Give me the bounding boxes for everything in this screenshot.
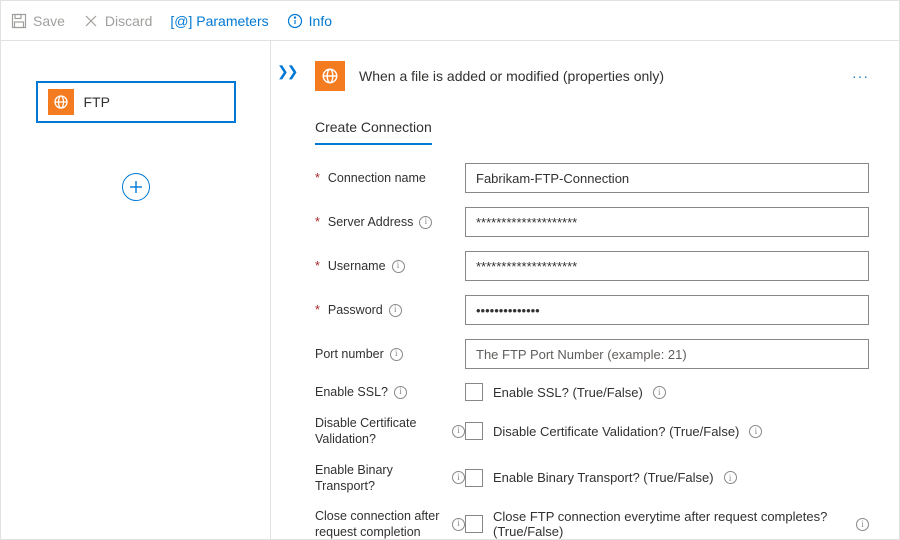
close-conn-checkbox[interactable] <box>465 515 483 533</box>
ftp-icon <box>48 89 74 115</box>
add-step-button[interactable] <box>122 173 150 201</box>
close-conn-label: Close connection after request completio… <box>315 508 446 539</box>
plus-icon <box>129 180 143 194</box>
discard-label: Discard <box>105 13 152 29</box>
binary-checkbox[interactable] <box>465 469 483 487</box>
info-icon[interactable]: i <box>394 386 407 399</box>
info-icon[interactable]: i <box>653 386 666 399</box>
tab-create-connection[interactable]: Create Connection <box>315 119 432 145</box>
details-panel: ❯❯ When a file is added or modified (pro… <box>271 41 899 539</box>
command-bar: Save Discard [@] Parameters Info <box>1 1 899 41</box>
server-address-input[interactable] <box>465 207 869 237</box>
enable-ssl-checkbox-label: Enable SSL? (True/False) <box>493 385 643 400</box>
info-icon[interactable]: i <box>452 425 465 438</box>
connection-name-input[interactable] <box>465 163 869 193</box>
info-icon[interactable]: i <box>452 471 465 484</box>
info-icon[interactable]: i <box>856 518 869 531</box>
info-icon[interactable]: i <box>389 304 402 317</box>
info-icon[interactable]: i <box>392 260 405 273</box>
info-icon[interactable]: i <box>390 348 403 361</box>
close-icon <box>83 13 99 29</box>
disable-cert-checkbox[interactable] <box>465 422 483 440</box>
info-icon <box>287 13 303 29</box>
connection-name-label: Connection name <box>328 170 426 186</box>
info-icon[interactable]: i <box>749 425 762 438</box>
port-label: Port number <box>315 346 384 362</box>
binary-checkbox-label: Enable Binary Transport? (True/False) <box>493 470 714 485</box>
connection-form: Connection name Server Address i Username… <box>315 163 869 539</box>
enable-ssl-label: Enable SSL? <box>315 384 388 400</box>
password-input[interactable] <box>465 295 869 325</box>
trigger-icon <box>315 61 345 91</box>
close-conn-checkbox-label: Close FTP connection everytime after req… <box>493 509 846 539</box>
ftp-tile-label: FTP <box>84 94 110 110</box>
designer-canvas: FTP <box>1 41 271 539</box>
ftp-trigger-tile[interactable]: FTP <box>36 81 236 123</box>
save-icon <box>11 13 27 29</box>
panel-title: When a file is added or modified (proper… <box>359 68 664 84</box>
disable-cert-label: Disable Certificate Validation? <box>315 415 446 448</box>
save-button: Save <box>11 13 65 29</box>
binary-label: Enable Binary Transport? <box>315 462 446 495</box>
info-button[interactable]: Info <box>287 13 332 29</box>
enable-ssl-checkbox[interactable] <box>465 383 483 401</box>
collapse-panel-button[interactable]: ❯❯ <box>277 63 296 80</box>
password-label: Password <box>328 302 383 318</box>
username-label: Username <box>328 258 386 274</box>
username-input[interactable] <box>465 251 869 281</box>
server-address-label: Server Address <box>328 214 413 230</box>
disable-cert-checkbox-label: Disable Certificate Validation? (True/Fa… <box>493 424 739 439</box>
more-options-button[interactable]: ··· <box>852 68 869 84</box>
info-icon[interactable]: i <box>419 216 432 229</box>
info-label: Info <box>309 13 332 29</box>
save-label: Save <box>33 13 65 29</box>
info-icon[interactable]: i <box>452 518 465 531</box>
info-icon[interactable]: i <box>724 471 737 484</box>
discard-button: Discard <box>83 13 152 29</box>
parameters-button[interactable]: [@] Parameters <box>170 13 268 29</box>
port-input[interactable] <box>465 339 869 369</box>
parameters-label: [@] Parameters <box>170 13 268 29</box>
